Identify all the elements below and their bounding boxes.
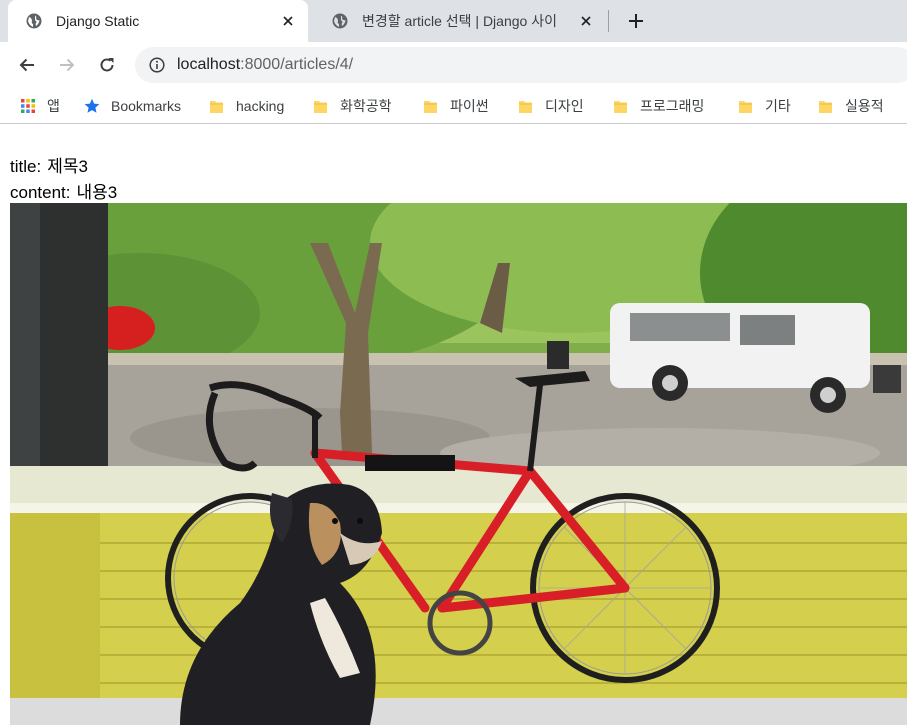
url-path: :8000/articles/4/ bbox=[240, 56, 354, 73]
tab-django-static[interactable]: Django Static bbox=[8, 0, 308, 42]
star-icon bbox=[84, 98, 100, 113]
plus-icon bbox=[629, 14, 643, 28]
bookmark-folder-design[interactable]: 디자인 bbox=[518, 94, 584, 118]
folder-icon bbox=[739, 101, 752, 113]
bookmark-label: 화학공학 bbox=[340, 98, 392, 114]
bookmark-folder-python[interactable]: 파이썬 bbox=[423, 94, 489, 118]
tab-article-admin[interactable]: 변경할 article 선택 | Django 사이 bbox=[314, 0, 606, 42]
bookmark-folder-practical[interactable]: 실용적 bbox=[818, 94, 884, 118]
back-button[interactable] bbox=[13, 51, 41, 79]
close-icon[interactable] bbox=[280, 13, 296, 29]
url-text[interactable]: localhost:8000/articles/4/ bbox=[177, 56, 353, 74]
bookmark-folder-programming[interactable]: 프로그래밍 bbox=[613, 94, 704, 118]
new-tab-button[interactable] bbox=[624, 9, 648, 33]
reload-button[interactable] bbox=[93, 51, 121, 79]
article-content: 내용3 bbox=[76, 183, 118, 202]
folder-icon bbox=[519, 101, 532, 113]
address-bar[interactable]: localhost:8000/articles/4/ bbox=[135, 47, 907, 83]
page-content: title: 제목3 content: 내용3 bbox=[0, 128, 907, 725]
folder-icon bbox=[424, 101, 437, 113]
close-icon[interactable] bbox=[578, 13, 594, 29]
info-icon[interactable] bbox=[149, 57, 165, 73]
arrow-left-icon bbox=[19, 58, 34, 72]
folder-icon bbox=[314, 101, 327, 113]
url-host: localhost bbox=[177, 56, 241, 73]
tab-separator bbox=[608, 10, 609, 32]
bookmark-label: 디자인 bbox=[545, 98, 584, 114]
folder-icon bbox=[614, 101, 627, 113]
browser-toolbar: localhost:8000/articles/4/ bbox=[0, 42, 907, 88]
forward-button[interactable] bbox=[53, 51, 81, 79]
article-image bbox=[10, 203, 907, 725]
bookmark-label: Bookmarks bbox=[111, 98, 182, 114]
globe-icon bbox=[332, 13, 348, 29]
title-key: title: bbox=[10, 157, 42, 176]
bookmarks-bar: 앱 Bookmarks hacking 화학공학 파이썬 디자인 프로그래밍 기… bbox=[0, 88, 907, 124]
bookmark-label: 앱 bbox=[47, 98, 60, 114]
bookmark-folder-chem[interactable]: 화학공학 bbox=[313, 94, 392, 118]
tab-strip: Django Static 변경할 article 선택 | Django 사이 bbox=[0, 0, 907, 42]
tab-title: Django Static bbox=[56, 13, 140, 29]
apps-grid-icon bbox=[21, 99, 35, 113]
folder-icon bbox=[210, 101, 223, 113]
globe-icon bbox=[26, 13, 42, 29]
article-title: 제목3 bbox=[47, 157, 88, 176]
article-content-line: content: 내용3 bbox=[10, 178, 117, 203]
bookmark-folder-etc[interactable]: 기타 bbox=[738, 94, 791, 118]
bookmark-bookmarks[interactable]: Bookmarks bbox=[84, 94, 181, 118]
article-title-line: title: 제목3 bbox=[10, 152, 88, 177]
tab-title: 변경할 article 선택 | Django 사이 bbox=[362, 13, 557, 29]
content-key: content: bbox=[10, 183, 71, 202]
bookmark-label: hacking bbox=[236, 98, 285, 114]
bookmark-label: 실용적 bbox=[845, 98, 884, 114]
bookmark-folder-hacking[interactable]: hacking bbox=[209, 94, 284, 118]
bookmark-apps[interactable]: 앱 bbox=[20, 94, 60, 118]
arrow-right-icon bbox=[60, 58, 75, 72]
folder-icon bbox=[819, 101, 832, 113]
bookmark-label: 기타 bbox=[765, 98, 791, 114]
bookmark-label: 파이썬 bbox=[450, 98, 489, 114]
bookmark-label: 프로그래밍 bbox=[640, 98, 705, 114]
reload-icon bbox=[100, 58, 114, 72]
